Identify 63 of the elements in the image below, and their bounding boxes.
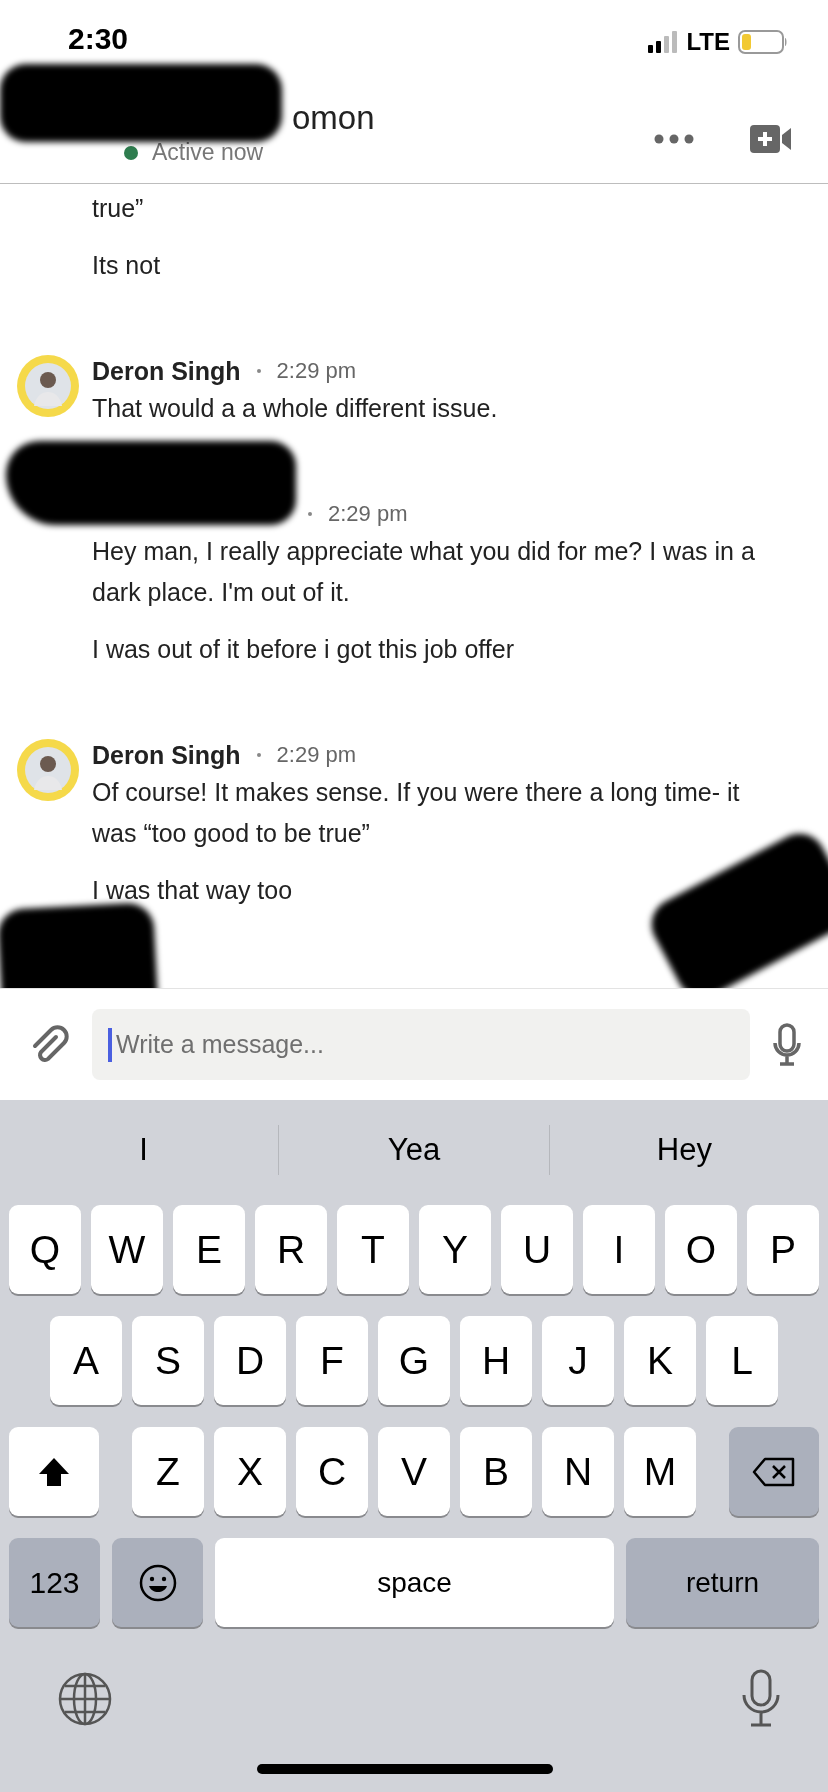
letter-key[interactable]: H [460,1316,532,1405]
letter-key[interactable]: I [583,1205,655,1294]
letter-key[interactable]: N [542,1427,614,1516]
suggestion[interactable]: I [139,1125,148,1175]
microphone-icon[interactable] [772,1022,802,1067]
message-time: 2:29 pm [276,742,357,768]
smiley-icon [138,1563,177,1602]
video-call-icon[interactable] [750,124,792,153]
letter-key[interactable]: W [91,1205,163,1294]
more-icon[interactable] [654,133,694,144]
letter-key[interactable]: D [214,1316,286,1405]
message-time: 2:29 pm [276,358,357,384]
letter-key[interactable]: X [214,1427,286,1516]
letter-key[interactable]: Q [9,1205,81,1294]
letter-key[interactable]: Y [419,1205,491,1294]
shift-key[interactable] [9,1427,99,1516]
letter-key[interactable]: O [665,1205,737,1294]
avatar [16,738,80,802]
avatar [16,354,80,418]
letter-key[interactable]: Z [132,1427,204,1516]
message-text: I was out of it before i got this job offer [92,634,515,665]
sender-name: Deron Singh [92,356,241,386]
numbers-key[interactable]: 123 [9,1538,100,1627]
letter-key[interactable]: G [378,1316,450,1405]
network-label: LTE [686,28,730,56]
letter-key[interactable]: M [624,1427,696,1516]
dictation-icon[interactable] [741,1669,781,1729]
message-text: Its not [92,250,161,281]
letter-key[interactable]: B [460,1427,532,1516]
message-text: That would a a whole different issue. [92,393,498,424]
battery-icon [738,30,788,54]
return-key[interactable]: return [626,1538,819,1627]
presence-text: Active now [152,139,264,166]
suggestion[interactable]: Hey [656,1125,712,1175]
message-text: true” [92,193,145,224]
letter-key[interactable]: T [337,1205,409,1294]
letter-key[interactable]: A [50,1316,122,1405]
letter-key[interactable]: R [255,1205,327,1294]
letter-key[interactable]: P [747,1205,819,1294]
letter-key[interactable]: K [624,1316,696,1405]
emoji-key[interactable] [112,1538,203,1627]
suggestion[interactable]: Yea [387,1125,441,1175]
letter-key[interactable]: S [132,1316,204,1405]
signal-icon [648,31,679,53]
message-text: I was that way too [92,875,294,906]
message-field[interactable]: Write a message... [92,1009,750,1080]
sender-name: Deron Singh [92,740,241,770]
contact-name: omon [292,99,375,137]
message-text: Hey man, I really appreciate what you did for me? I was in a dark place. I'm out of it. [92,536,756,608]
letter-key[interactable]: F [296,1316,368,1405]
globe-icon[interactable] [57,1671,113,1727]
space-bar[interactable]: space [215,1538,614,1627]
message-text: Of course! It makes sense. If you were there a long time- it was “too good to be true” [92,777,741,849]
letter-key[interactable]: J [542,1316,614,1405]
letter-key[interactable]: C [296,1427,368,1516]
letter-key[interactable]: U [501,1205,573,1294]
backspace-key[interactable] [729,1427,819,1516]
backspace-icon [752,1456,796,1487]
status-time: 2:30 [68,22,129,56]
letter-key[interactable]: E [173,1205,245,1294]
letter-key[interactable]: L [706,1316,778,1405]
message-time: 2:29 pm [328,501,408,527]
letter-key[interactable]: V [378,1427,450,1516]
